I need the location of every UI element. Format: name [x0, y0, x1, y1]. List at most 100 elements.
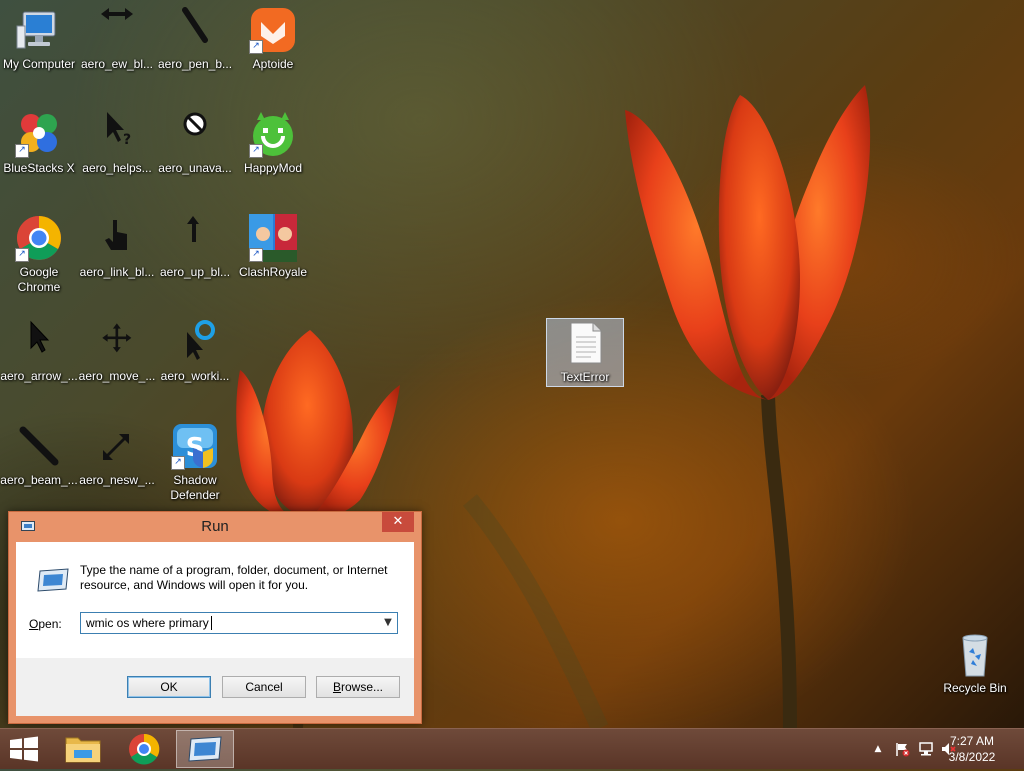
run-dialog[interactable]: Run ✕ Type the name of a program, folder…	[8, 511, 422, 724]
taskbar: ▲ 7:27 AM 3/8/2022	[0, 728, 1024, 769]
desktop-icon-label: Google Chrome	[17, 265, 61, 294]
desktop-icon-label: aero_beam_...	[0, 473, 78, 487]
desktop-icon-aero-arrow[interactable]: aero_arrow_...	[0, 318, 78, 384]
clock-time: 7:27 AM	[949, 734, 995, 748]
desktop-icon-clashroyale[interactable]: ↗ ClashRoyale	[234, 214, 312, 280]
desktop-icon-google-chrome[interactable]: ↗ Google Chrome	[0, 214, 78, 295]
desktop-icon-aptoide[interactable]: ↗ Aptoide	[234, 6, 312, 72]
desktop-icon-label: aero_link_bl...	[79, 265, 155, 279]
busy-cursor-icon	[171, 318, 219, 366]
desktop-icon-label: aero_helps...	[82, 161, 152, 175]
desktop-icon-label: Aptoide	[252, 57, 294, 71]
desktop-icon-aero-working[interactable]: aero_worki...	[156, 318, 234, 384]
taskbar-run[interactable]	[176, 730, 234, 768]
recycle-bin-icon	[951, 630, 999, 678]
desktop-icon-aero-link[interactable]: aero_link_bl...	[78, 214, 156, 280]
taskbar-file-explorer[interactable]	[56, 730, 112, 768]
open-input[interactable]: wmic os where primary	[86, 616, 209, 630]
close-icon: ✕	[392, 514, 404, 529]
network-icon[interactable]	[918, 741, 934, 757]
browse-button[interactable]: Browse...	[316, 676, 400, 698]
cancel-button[interactable]: Cancel	[222, 676, 306, 698]
desktop-icon-aero-move[interactable]: aero_move_...	[78, 318, 156, 384]
desktop-icon-label: HappyMod	[243, 161, 303, 175]
folder-icon	[65, 737, 101, 763]
shadow-defender-icon: S ↗	[171, 422, 219, 470]
svg-text:?: ?	[123, 132, 131, 148]
desktop-icon-label: ClashRoyale	[238, 265, 308, 279]
text-file-icon	[561, 319, 609, 367]
run-dialog-title: Run	[201, 518, 229, 535]
browse-accesskey: B	[332, 680, 341, 694]
chrome-icon	[129, 733, 160, 765]
action-center-flag-icon[interactable]	[894, 741, 910, 757]
system-tray: ▲ 7:27 AM 3/8/2022	[844, 729, 1024, 769]
desktop-icon-label: My Computer	[2, 57, 76, 71]
shortcut-arrow-icon: ↗	[15, 248, 29, 262]
desktop-icon-aero-pen[interactable]: aero_pen_b...	[156, 6, 234, 72]
open-label-accesskey: O	[29, 617, 39, 631]
help-cursor-icon: ?	[93, 110, 141, 158]
desktop-icon-label: BlueStacks X	[3, 161, 75, 175]
desktop-icon-aero-up[interactable]: aero_up_bl...	[156, 214, 234, 280]
computer-icon	[15, 6, 63, 54]
desktop-icon-bluestacks[interactable]: ↗ BlueStacks X	[0, 110, 78, 176]
clashroyale-icon: ↗	[249, 214, 297, 262]
open-combobox[interactable]: wmic os where primary ▼	[80, 612, 398, 634]
desktop-icon-aero-unavail[interactable]: aero_unava...	[156, 110, 234, 176]
run-dialog-body: Type the name of a program, folder, docu…	[16, 542, 414, 716]
shortcut-arrow-icon: ↗	[249, 40, 263, 54]
desktop-icon-aero-ew[interactable]: aero_ew_bl...	[78, 6, 156, 72]
resize-diagonal-icon	[93, 422, 141, 470]
cursor-arrow-icon	[15, 318, 63, 366]
desktop-icon-label: aero_move_...	[78, 369, 156, 383]
text-caret	[211, 616, 212, 630]
shortcut-arrow-icon: ↗	[15, 144, 29, 158]
open-label-text: pen:	[38, 617, 62, 631]
taskbar-chrome[interactable]	[116, 730, 172, 768]
show-hidden-icons-button[interactable]: ▲	[870, 741, 886, 757]
taskbar-clock[interactable]: 7:27 AM 3/8/2022	[942, 733, 1002, 765]
desktop-icon-aero-helpsel[interactable]: ? aero_helps...	[78, 110, 156, 176]
desktop-icon-happymod[interactable]: ↗ HappyMod	[234, 110, 312, 176]
open-label: Open:	[29, 617, 62, 631]
chrome-icon: ↗	[15, 214, 63, 262]
pen-cursor-icon	[171, 6, 219, 54]
desktop-icon-label: TextError	[560, 370, 610, 384]
run-dialog-titlebar[interactable]: Run ✕	[9, 512, 421, 542]
desktop-icon-aero-beam[interactable]: aero_beam_...	[0, 422, 78, 488]
pen-cursor-icon	[15, 422, 63, 470]
desktop-icon-recycle-bin[interactable]: Recycle Bin	[936, 630, 1014, 696]
desktop-icon-label: aero_unava...	[158, 161, 232, 175]
clock-date: 3/8/2022	[948, 750, 996, 764]
desktop-icon-label: aero_up_bl...	[159, 265, 231, 279]
run-description: Type the name of a program, folder, docu…	[80, 563, 388, 592]
aptoide-icon: ↗	[249, 6, 297, 54]
windows-logo-icon	[10, 736, 38, 762]
hand-cursor-icon	[93, 214, 141, 262]
shortcut-arrow-icon: ↗	[171, 456, 185, 470]
desktop-icon-aero-nesw[interactable]: aero_nesw_...	[78, 422, 156, 488]
happymod-icon: ↗	[249, 110, 297, 158]
desktop-icon-my-computer[interactable]: My Computer	[0, 6, 78, 72]
desktop-icon-shadow-defender[interactable]: S ↗ Shadow Defender	[156, 422, 234, 503]
run-icon	[188, 736, 222, 762]
close-button[interactable]: ✕	[382, 512, 414, 532]
shortcut-arrow-icon: ↗	[249, 144, 263, 158]
ok-button[interactable]: OK	[127, 676, 211, 698]
desktop-icon-label: aero_worki...	[160, 369, 230, 383]
bluestacks-icon: ↗	[15, 110, 63, 158]
move-cursor-icon	[93, 318, 141, 366]
desktop-icon-label: aero_arrow_...	[0, 369, 78, 383]
up-arrow-cursor-icon	[171, 214, 219, 262]
desktop-icon-label: aero_pen_b...	[157, 57, 233, 71]
run-icon	[36, 567, 70, 593]
desktop-icon-label: aero_nesw_...	[79, 473, 155, 487]
desktop-icon-texterror[interactable]: TextError	[546, 318, 624, 387]
desktop-icon-label: Recycle Bin	[943, 681, 1007, 695]
chevron-down-icon[interactable]: ▼	[382, 616, 394, 630]
resize-horizontal-icon	[93, 6, 141, 54]
desktop-icon-label: Shadow Defender	[170, 473, 220, 502]
start-button[interactable]	[0, 730, 56, 768]
unavailable-cursor-icon	[171, 110, 219, 158]
